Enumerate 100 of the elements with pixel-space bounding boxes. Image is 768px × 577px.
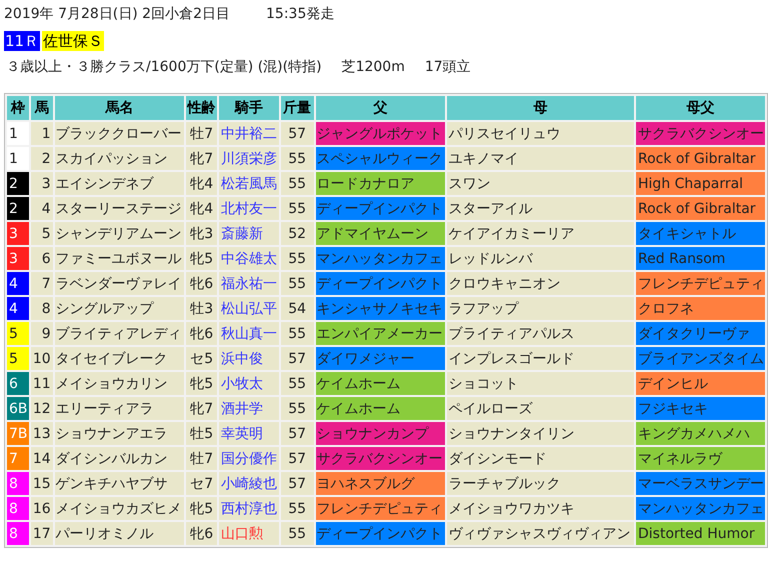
damsire-cell: Rock of Gibraltar bbox=[636, 147, 765, 170]
damsire-cell: ダイタクリーヴァ bbox=[636, 322, 765, 345]
column-header: 馬 bbox=[30, 96, 53, 120]
horse-name-cell: エリーティアラ bbox=[54, 397, 184, 420]
column-header: 馬名 bbox=[54, 96, 184, 120]
gate-cell: 8 bbox=[7, 472, 29, 495]
gate-cell: 2 bbox=[7, 172, 29, 195]
runner-count: 17頭立 bbox=[424, 58, 471, 76]
dam-cell: レッドルンバ bbox=[447, 247, 634, 270]
jockey-cell: 松山弘平 bbox=[218, 297, 279, 320]
horse-name-cell: ダイシンバルカン bbox=[54, 447, 184, 470]
damsire-cell: マイネルラヴ bbox=[636, 447, 765, 470]
number-cell: 12 bbox=[30, 397, 53, 420]
number-cell: 7 bbox=[30, 272, 53, 295]
weight-cell: 52 bbox=[280, 222, 314, 245]
dam-cell: ユキノマイ bbox=[447, 147, 634, 170]
weight-cell: 55 bbox=[280, 147, 314, 170]
dam-cell: スターアイル bbox=[447, 197, 634, 220]
number-cell: 4 bbox=[30, 197, 53, 220]
number-cell: 5 bbox=[30, 222, 53, 245]
column-header: 性齢 bbox=[186, 96, 217, 120]
sire-cell: スペシャルウィーク bbox=[316, 147, 446, 170]
sex-age-cell: 牡7 bbox=[186, 447, 217, 470]
sire-cell: ケイムホーム bbox=[316, 397, 446, 420]
gate-cell: 7 bbox=[7, 447, 29, 470]
damsire-cell: フジキセキ bbox=[636, 397, 765, 420]
race-conditions: ３歳以上・３勝クラス/1600万下(定量) (混)(特指) bbox=[6, 58, 322, 76]
gate-cell: 1 bbox=[7, 147, 29, 170]
weight-cell: 57 bbox=[280, 422, 314, 445]
jockey-cell: 秋山真一 bbox=[218, 322, 279, 345]
dam-cell: クロウキャニオン bbox=[447, 272, 634, 295]
weight-cell: 55 bbox=[280, 372, 314, 395]
sex-age-cell: 牡5 bbox=[186, 422, 217, 445]
jockey-cell: 幸英明 bbox=[218, 422, 279, 445]
weight-cell: 54 bbox=[280, 297, 314, 320]
weight-cell: 57 bbox=[280, 472, 314, 495]
damsire-cell: Distorted Humor bbox=[636, 522, 765, 545]
sex-age-cell: 牡3 bbox=[186, 297, 217, 320]
weight-cell: 57 bbox=[280, 347, 314, 370]
sire-cell: ジャングルポケット bbox=[316, 122, 446, 145]
damsire-cell: キングカメハメハ bbox=[636, 422, 765, 445]
race-date: 2019年 7月28日(日) 2回小倉2日目 bbox=[4, 4, 230, 24]
jockey-cell: 小崎綾也 bbox=[218, 472, 279, 495]
number-cell: 10 bbox=[30, 347, 53, 370]
sire-cell: ショウナンカンプ bbox=[316, 422, 446, 445]
weight-cell: 55 bbox=[280, 497, 314, 520]
sex-age-cell: 牝6 bbox=[186, 522, 217, 545]
race-number: 11Ｒ bbox=[4, 31, 40, 51]
weight-cell: 57 bbox=[280, 122, 314, 145]
gate-cell: 7B bbox=[7, 422, 29, 445]
course-distance: 芝1200m bbox=[342, 58, 405, 76]
sire-cell: マンハッタンカフェ bbox=[316, 247, 446, 270]
gate-cell: 6 bbox=[7, 372, 29, 395]
jockey-cell: 川須栄彦 bbox=[218, 147, 279, 170]
damsire-cell: デインヒル bbox=[636, 372, 765, 395]
sire-cell: ディープインパクト bbox=[316, 197, 446, 220]
jockey-cell: 中谷雄太 bbox=[218, 247, 279, 270]
horse-name-cell: スカイパッション bbox=[54, 147, 184, 170]
column-header: 母 bbox=[447, 96, 634, 120]
jockey-cell: 松若風馬 bbox=[218, 172, 279, 195]
sex-age-cell: 牝3 bbox=[186, 222, 217, 245]
column-header: 斤量 bbox=[280, 96, 314, 120]
dam-cell: ショウナンタイリン bbox=[447, 422, 634, 445]
sex-age-cell: 牝5 bbox=[186, 247, 217, 270]
dam-cell: スワン bbox=[447, 172, 634, 195]
horse-name-cell: ブラッククローバー bbox=[54, 122, 184, 145]
horse-name-cell: タイセイブレーク bbox=[54, 347, 184, 370]
gate-cell: 6B bbox=[7, 397, 29, 420]
sex-age-cell: 牝6 bbox=[186, 322, 217, 345]
dam-cell: ダイシンモード bbox=[447, 447, 634, 470]
damsire-cell: マーベラスサンデー bbox=[636, 472, 765, 495]
horse-name-cell: メイショウカリン bbox=[54, 372, 184, 395]
gate-cell: 2 bbox=[7, 197, 29, 220]
sire-cell: サクラバクシンオー bbox=[316, 447, 446, 470]
weight-cell: 55 bbox=[280, 322, 314, 345]
gate-cell: 5 bbox=[7, 347, 29, 370]
sire-cell: フレンチデピュティ bbox=[316, 497, 446, 520]
horse-name-cell: エイシンデネブ bbox=[54, 172, 184, 195]
jockey-cell: 福永祐一 bbox=[218, 272, 279, 295]
damsire-cell: マンハッタンカフェ bbox=[636, 497, 765, 520]
horse-name-cell: メイショウカズヒメ bbox=[54, 497, 184, 520]
gate-cell: 3 bbox=[7, 247, 29, 270]
sire-cell: ディープインパクト bbox=[316, 522, 446, 545]
number-cell: 13 bbox=[30, 422, 53, 445]
sex-age-cell: 牝4 bbox=[186, 197, 217, 220]
sire-cell: ダイワメジャー bbox=[316, 347, 446, 370]
horse-name-cell: ファミーユボヌール bbox=[54, 247, 184, 270]
sex-age-cell: 牝5 bbox=[186, 497, 217, 520]
weight-cell: 55 bbox=[280, 247, 314, 270]
sire-cell: キンシャサノキセキ bbox=[316, 297, 446, 320]
dam-cell: ペイルローズ bbox=[447, 397, 634, 420]
damsire-cell: クロフネ bbox=[636, 297, 765, 320]
gate-cell: 4 bbox=[7, 297, 29, 320]
damsire-cell: タイキシャトル bbox=[636, 222, 765, 245]
damsire-cell: High Chaparral bbox=[636, 172, 765, 195]
damsire-cell: Red Ransom bbox=[636, 247, 765, 270]
column-header: 父 bbox=[316, 96, 446, 120]
horse-name-cell: ラベンダーヴァレイ bbox=[54, 272, 184, 295]
sex-age-cell: 牝7 bbox=[186, 147, 217, 170]
dam-cell: ケイアイカミーリア bbox=[447, 222, 634, 245]
